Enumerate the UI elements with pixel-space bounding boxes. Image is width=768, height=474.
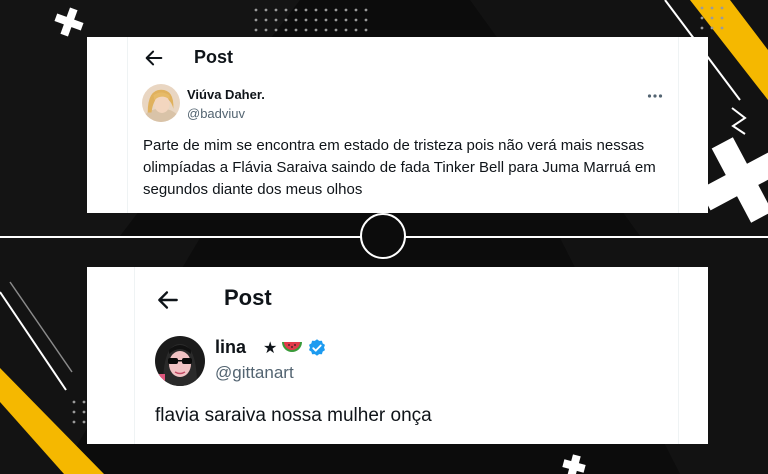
author-handle[interactable]: @badviuv xyxy=(187,106,245,121)
author-display-name[interactable]: lina xyxy=(215,337,246,358)
column-border-left xyxy=(127,37,128,213)
post-header-title: Post xyxy=(194,47,234,67)
name-badges: ★ xyxy=(263,337,327,359)
post-text: flavia saraiva nossa mulher onça xyxy=(155,405,432,426)
verified-badge-icon[interactable] xyxy=(307,338,327,358)
divider-circle xyxy=(360,213,406,259)
post-text: Parte de mim se encontra em estado de tr… xyxy=(143,137,656,198)
back-arrow-icon[interactable] xyxy=(143,47,165,69)
more-options-icon[interactable] xyxy=(647,93,663,99)
post-header-title: Post xyxy=(224,285,272,310)
column-border-left xyxy=(134,267,135,444)
back-arrow-icon[interactable] xyxy=(155,287,181,313)
author-display-name[interactable]: Viúva Daher. xyxy=(187,87,265,102)
avatar[interactable] xyxy=(155,336,205,386)
top-post-card: Post Viúva Daher. @badviuv Parte de mim … xyxy=(87,37,708,213)
avatar[interactable] xyxy=(142,84,180,122)
author-handle[interactable]: @gittanart xyxy=(215,363,294,383)
star-icon: ★ xyxy=(263,340,278,357)
bottom-post-card: Post lina ★ @gittanart flavia saraiva no… xyxy=(87,267,708,444)
column-border-right xyxy=(678,37,679,213)
watermelon-icon xyxy=(282,342,303,352)
column-border-right xyxy=(678,267,679,444)
